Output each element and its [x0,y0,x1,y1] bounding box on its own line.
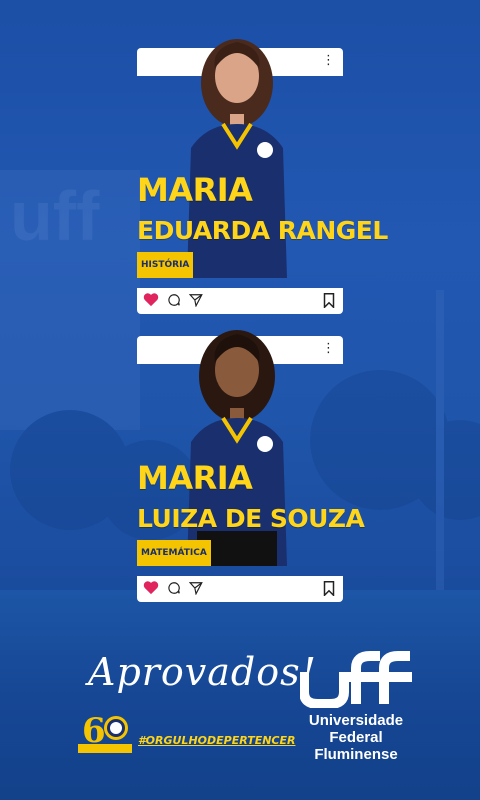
send-icon[interactable] [189,581,203,595]
svg-text:uff: uff [10,177,100,255]
more-vertical-icon[interactable]: ⋮ [322,342,335,356]
first-name: MARIA [137,171,253,209]
comment-icon[interactable] [167,581,181,595]
headline: Aprovados! [88,650,317,694]
post-actions [137,288,343,314]
first-name: MARIA [137,459,253,497]
university-name-line2: Federal [329,729,383,746]
last-name: LUIZA DE SOUZA [137,504,365,533]
post-card: ⋮ MARIA LUIZA DE SOUZA MATEMÁTICA [137,330,365,602]
sixty-years-logo: 6 [78,711,132,753]
university-name-line3: Fluminense [314,746,398,763]
bookmark-icon[interactable] [323,293,335,308]
post-card: ⋮ MARIA EDUARDA RANGEL HISTÓRIA [137,39,388,314]
university-name: Universidade Federal Fluminense [292,712,420,763]
course-tag: MATEMÁTICA [137,540,211,566]
more-vertical-icon[interactable]: ⋮ [322,54,335,68]
heart-icon[interactable] [143,292,159,307]
student-photo [187,330,287,566]
bookmark-icon[interactable] [323,581,335,596]
student-photo [187,39,287,278]
uff-logo [300,651,412,708]
comment-icon[interactable] [167,293,181,307]
send-icon[interactable] [189,293,203,307]
course-tag: HISTÓRIA [137,252,194,278]
heart-icon[interactable] [143,580,159,595]
hashtag[interactable]: #ORGULHODEPERTENCER [138,734,295,747]
svg-text:6: 6 [82,711,106,751]
university-name-line1: Universidade [308,712,404,729]
last-name: EDUARDA RANGEL [137,216,388,245]
post-actions [137,576,343,602]
